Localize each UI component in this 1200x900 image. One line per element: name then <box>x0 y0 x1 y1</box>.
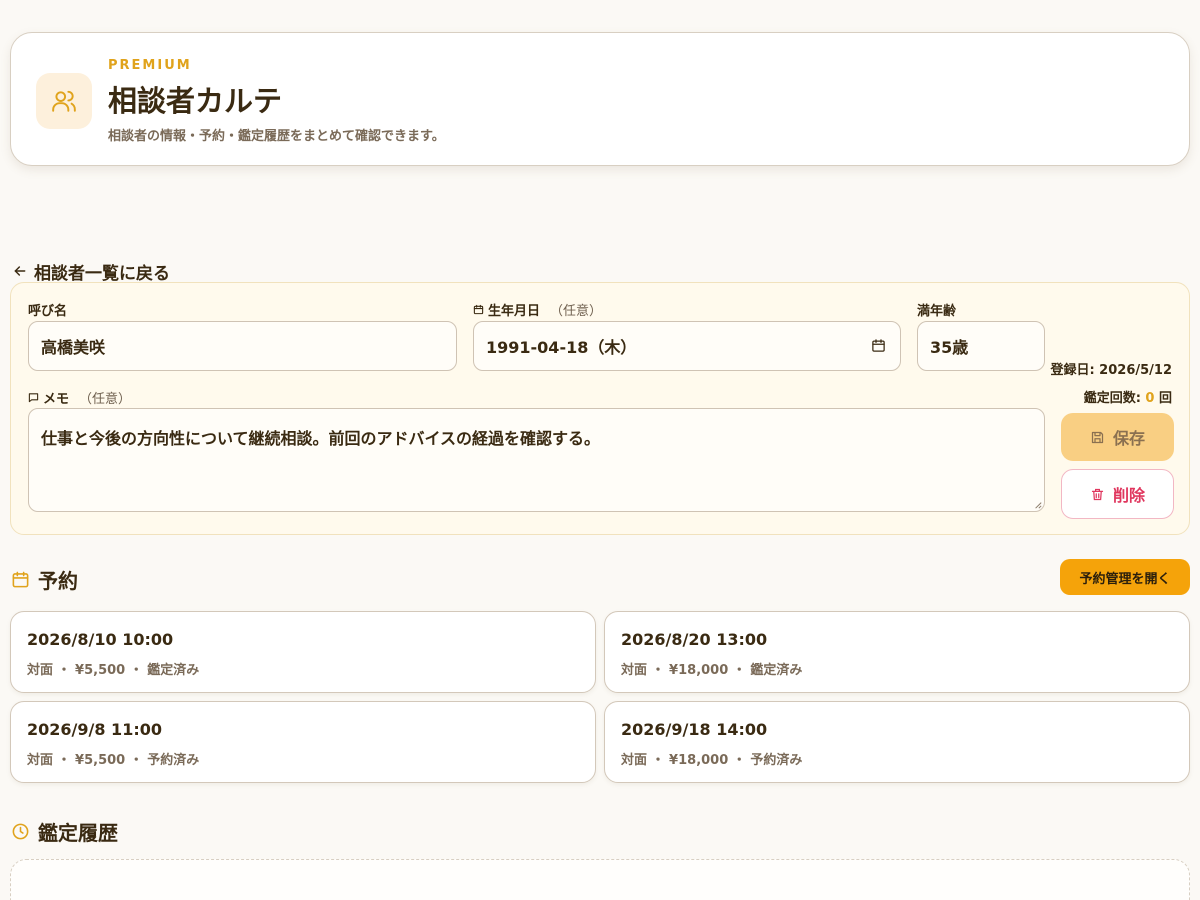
resize-handle-icon[interactable] <box>1034 501 1042 509</box>
reservation-card[interactable]: 2026/9/8 11:00 対面 ・ ¥5,500 ・ 予約済み <box>10 701 596 783</box>
save-icon <box>1090 430 1105 445</box>
trash-icon <box>1090 487 1105 502</box>
birthdate-label-text: 生年月日 <box>488 304 541 319</box>
calendar-small-icon <box>473 304 484 315</box>
calendar-picker-icon[interactable] <box>871 338 886 353</box>
reading-count: 鑑定回数: 0 回 <box>1084 387 1172 406</box>
page-subtitle: 相談者の情報・予約・鑑定履歴をまとめて確認できます。 <box>108 129 445 144</box>
header-card: PREMIUM 相談者カルテ 相談者の情報・予約・鑑定履歴をまとめて確認できます… <box>10 32 1190 166</box>
save-button[interactable]: 保存 <box>1061 413 1174 461</box>
reservation-details: 対面 ・ ¥18,000 ・ 予約済み <box>621 753 803 768</box>
save-button-label: 保存 <box>1112 431 1145 448</box>
memo-label: メモ （任意） <box>28 388 131 407</box>
registered-date: 登録日: 2026/5/12 <box>1050 363 1172 378</box>
history-list <box>10 859 1190 900</box>
clock-icon <box>11 822 30 841</box>
memo-label-text: メモ <box>43 392 70 407</box>
arrow-left-icon <box>12 263 28 279</box>
birthdate-optional: （任意） <box>550 304 603 319</box>
reservation-datetime: 2026/8/20 13:00 <box>621 630 768 649</box>
delete-button[interactable]: 削除 <box>1061 469 1174 519</box>
age-label-text: 満年齢 <box>917 304 957 319</box>
calendar-icon <box>11 570 30 589</box>
memo-value: 仕事と今後の方向性について継続相談。前回のアドバイスの経過を確認する。 <box>41 429 601 448</box>
reading-count-prefix: 鑑定回数: <box>1083 391 1146 406</box>
reservation-datetime: 2026/8/10 10:00 <box>27 630 174 649</box>
users-icon <box>36 73 92 129</box>
reservation-card[interactable]: 2026/8/20 13:00 対面 ・ ¥18,000 ・ 鑑定済み <box>604 611 1190 693</box>
name-label: 呼び名 <box>28 300 67 319</box>
name-label-text: 呼び名 <box>28 304 68 319</box>
reservation-details: 対面 ・ ¥5,500 ・ 予約済み <box>27 753 200 768</box>
name-input[interactable]: 高橋美咲 <box>28 321 457 371</box>
client-form-panel: 呼び名 高橋美咲 生年月日 （任意） 1991-04-18（木） 満年齢 35歳… <box>10 282 1190 535</box>
birthdate-label: 生年月日 （任意） <box>473 300 602 319</box>
history-heading: 鑑定履歴 <box>11 817 118 846</box>
reservations-title: 予約 <box>38 569 78 593</box>
reservations-heading: 予約 <box>11 565 78 594</box>
birthdate-value: 1991-04-18（木） <box>486 338 637 357</box>
reservation-card[interactable]: 2026/8/10 10:00 対面 ・ ¥5,500 ・ 鑑定済み <box>10 611 596 693</box>
reservation-details: 対面 ・ ¥18,000 ・ 鑑定済み <box>621 663 803 678</box>
premium-badge: PREMIUM <box>108 58 192 73</box>
memo-optional: （任意） <box>79 392 132 407</box>
reservation-details: 対面 ・ ¥5,500 ・ 鑑定済み <box>27 663 200 678</box>
delete-button-label: 削除 <box>1112 488 1145 505</box>
memo-textarea[interactable]: 仕事と今後の方向性について継続相談。前回のアドバイスの経過を確認する。 <box>28 408 1045 512</box>
comment-icon <box>28 392 39 403</box>
reading-count-suffix: 回 <box>1154 391 1172 406</box>
reservation-datetime: 2026/9/18 14:00 <box>621 720 768 739</box>
page-title: 相談者カルテ <box>108 84 283 118</box>
open-reservation-manager-button[interactable]: 予約管理を開く <box>1060 559 1190 595</box>
age-label: 満年齢 <box>917 300 956 319</box>
back-link-label: 相談者一覧に戻る <box>34 263 170 284</box>
reservation-datetime: 2026/9/8 11:00 <box>27 720 162 739</box>
age-field: 35歳 <box>917 321 1045 371</box>
reservation-card[interactable]: 2026/9/18 14:00 対面 ・ ¥18,000 ・ 予約済み <box>604 701 1190 783</box>
history-title: 鑑定履歴 <box>38 821 118 845</box>
birthdate-input[interactable]: 1991-04-18（木） <box>473 321 901 371</box>
back-to-list-link[interactable]: 相談者一覧に戻る <box>12 260 170 284</box>
